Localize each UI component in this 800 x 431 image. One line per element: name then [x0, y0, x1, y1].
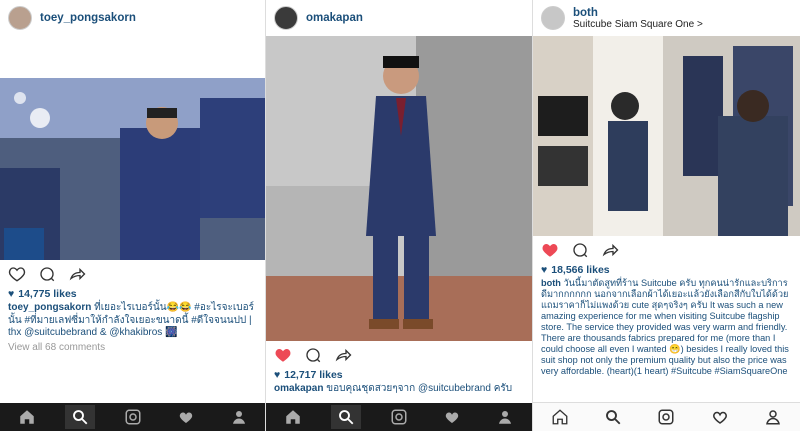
share-icon[interactable]: [334, 346, 352, 364]
post-header: both Suitcube Siam Square One >: [533, 0, 800, 36]
post-photo-main[interactable]: [0, 78, 265, 260]
heart-icon[interactable]: [8, 265, 26, 283]
comment-icon[interactable]: [304, 346, 322, 364]
heart-icon[interactable]: [274, 346, 292, 364]
heart-small-icon: ♥: [274, 369, 281, 381]
bottom-tab-bar: [0, 403, 265, 431]
profile-icon[interactable]: [490, 405, 520, 429]
activity-icon[interactable]: [171, 405, 201, 429]
comment-icon[interactable]: [571, 241, 589, 259]
username[interactable]: omakapan: [306, 12, 363, 24]
suit-photo: [266, 36, 532, 341]
post-actions: [0, 260, 265, 288]
search-icon[interactable]: [330, 405, 361, 429]
bottom-tab-bar: [533, 402, 800, 431]
post-photo[interactable]: [0, 36, 265, 78]
post-panel-3: both Suitcube Siam Square One > ♥ 18,566…: [533, 0, 800, 431]
share-icon[interactable]: [601, 241, 619, 259]
profile-icon[interactable]: [758, 405, 788, 429]
post-header: toey_pongsakorn: [0, 0, 265, 36]
post-photo[interactable]: [266, 36, 532, 341]
heart-small-icon: ♥: [541, 264, 548, 276]
activity-icon[interactable]: [437, 405, 467, 429]
home-icon[interactable]: [12, 405, 42, 429]
home-icon[interactable]: [545, 405, 575, 429]
avatar[interactable]: [541, 6, 565, 30]
likes-count[interactable]: ♥ 12,717 likes: [266, 369, 532, 381]
post-actions: [533, 236, 800, 264]
profile-icon[interactable]: [224, 405, 254, 429]
avatar[interactable]: [274, 6, 298, 30]
bottom-tab-bar: [266, 403, 532, 431]
home-icon[interactable]: [278, 405, 308, 429]
location[interactable]: Suitcube Siam Square One >: [573, 19, 703, 30]
avatar[interactable]: [8, 6, 32, 30]
username[interactable]: both: [573, 7, 703, 19]
share-icon[interactable]: [68, 265, 86, 283]
activity-icon[interactable]: [705, 405, 735, 429]
caption-text: ขอบคุณชุดสวยๆจาก @suitcubebrand ครับ: [326, 383, 513, 394]
camera-icon[interactable]: [384, 405, 414, 429]
search-icon[interactable]: [64, 405, 95, 429]
caption-text: วันนี้มาตัดสูทที่ร้าน Suitcube ครับ ทุกค…: [541, 278, 789, 376]
caption-username[interactable]: toey_pongsakorn: [8, 302, 91, 313]
post-panel-2: omakapan ♥ 12,717 likes omakapan ขอบคุณช…: [266, 0, 533, 431]
search-icon[interactable]: [598, 405, 628, 429]
likes-count[interactable]: ♥ 14,775 likes: [0, 288, 265, 300]
heart-small-icon: ♥: [8, 288, 15, 300]
caption-username[interactable]: omakapan: [274, 383, 323, 394]
caption: omakapan ขอบคุณชุดสวยๆจาก @suitcubebrand…: [266, 381, 532, 396]
post-photo[interactable]: [533, 36, 800, 236]
comment-icon[interactable]: [38, 265, 56, 283]
username[interactable]: toey_pongsakorn: [40, 12, 136, 24]
view-all-comments[interactable]: View all 68 comments: [0, 340, 265, 355]
post-actions: [266, 341, 532, 369]
caption: both วันนี้มาตัดสูทที่ร้าน Suitcube ครับ…: [533, 276, 800, 377]
post-panel-1: toey_pongsakorn ♥ 14,775 likes toey_pong…: [0, 0, 266, 431]
caption: toey_pongsakorn ที่เยอะไรเบอร์นั้น😂😂 #อะ…: [0, 300, 265, 340]
shop-photo: [533, 36, 800, 236]
post-header: omakapan: [266, 0, 532, 36]
likes-count[interactable]: ♥ 18,566 likes: [533, 264, 800, 276]
caption-username[interactable]: both: [541, 278, 561, 288]
camera-icon[interactable]: [118, 405, 148, 429]
stage-photo: [0, 78, 265, 260]
camera-icon[interactable]: [651, 405, 681, 429]
heart-icon[interactable]: [541, 241, 559, 259]
